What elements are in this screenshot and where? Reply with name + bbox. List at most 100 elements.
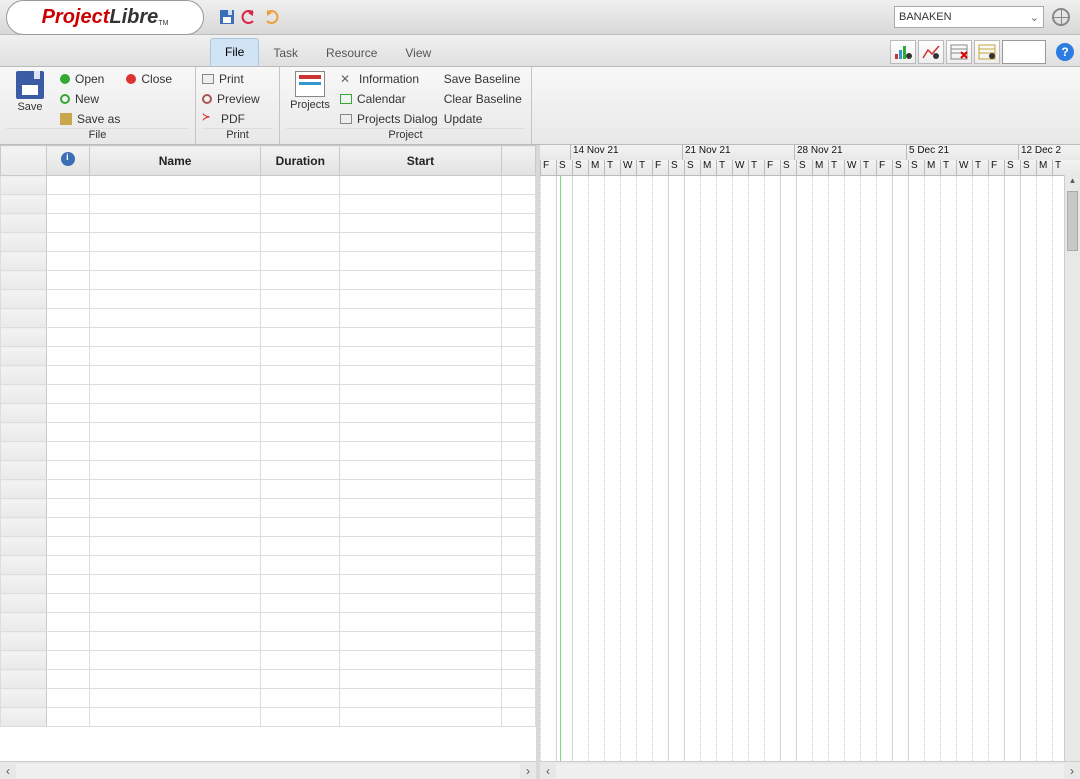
- day-header[interactable]: W: [620, 160, 636, 175]
- information-button[interactable]: ✕Information: [340, 70, 438, 88]
- table-row[interactable]: [1, 480, 536, 499]
- update-button[interactable]: Update: [444, 110, 522, 128]
- table-row[interactable]: [1, 252, 536, 271]
- table-row[interactable]: [1, 385, 536, 404]
- table-row[interactable]: [1, 670, 536, 689]
- day-header[interactable]: M: [588, 160, 604, 175]
- corner-header[interactable]: [1, 146, 47, 176]
- week-header[interactable]: 12 Dec 2: [1018, 145, 1078, 160]
- col-name[interactable]: Name: [89, 146, 261, 176]
- table-row[interactable]: [1, 309, 536, 328]
- table-row[interactable]: [1, 404, 536, 423]
- col-extra[interactable]: [501, 146, 535, 176]
- table-row[interactable]: [1, 271, 536, 290]
- task-table[interactable]: Name Duration Start: [0, 145, 536, 727]
- table-row[interactable]: [1, 423, 536, 442]
- table-row[interactable]: [1, 556, 536, 575]
- day-header[interactable]: F: [988, 160, 1004, 175]
- print-button[interactable]: Print: [202, 70, 260, 88]
- day-header[interactable]: S: [1020, 160, 1036, 175]
- day-header[interactable]: F: [764, 160, 780, 175]
- preview-button[interactable]: Preview: [202, 90, 260, 108]
- day-header[interactable]: T: [860, 160, 876, 175]
- scroll-up-icon[interactable]: ▴: [1065, 175, 1080, 189]
- day-header[interactable]: M: [812, 160, 828, 175]
- tab-task[interactable]: Task: [259, 40, 312, 66]
- col-start[interactable]: Start: [340, 146, 502, 176]
- week-header[interactable]: 28 Nov 21: [794, 145, 906, 160]
- day-header[interactable]: T: [716, 160, 732, 175]
- day-header[interactable]: S: [796, 160, 812, 175]
- week-header[interactable]: [540, 145, 570, 160]
- day-header[interactable]: T: [1052, 160, 1068, 175]
- table-row[interactable]: [1, 651, 536, 670]
- view-empty-slot[interactable]: [1002, 40, 1046, 64]
- table-row[interactable]: [1, 442, 536, 461]
- day-header[interactable]: M: [1036, 160, 1052, 175]
- table-row[interactable]: [1, 632, 536, 651]
- clear-baseline-button[interactable]: Clear Baseline: [444, 90, 522, 108]
- scroll-right-icon[interactable]: ›: [520, 764, 536, 778]
- day-header[interactable]: S: [668, 160, 684, 175]
- qat-redo-icon[interactable]: [262, 8, 280, 26]
- timeline-header[interactable]: 14 Nov 2121 Nov 2128 Nov 215 Dec 2112 De…: [540, 145, 1080, 176]
- day-header[interactable]: S: [572, 160, 588, 175]
- week-header[interactable]: 5 Dec 21: [906, 145, 1018, 160]
- day-header[interactable]: T: [940, 160, 956, 175]
- gantt-chart-area[interactable]: [540, 176, 1080, 761]
- table-row[interactable]: [1, 214, 536, 233]
- new-button[interactable]: New: [60, 90, 120, 108]
- table-row[interactable]: [1, 290, 536, 309]
- table-row[interactable]: [1, 708, 536, 727]
- table-row[interactable]: [1, 347, 536, 366]
- table-row[interactable]: [1, 689, 536, 708]
- tab-file[interactable]: File: [210, 38, 259, 66]
- qat-save-icon[interactable]: [218, 8, 236, 26]
- projects-button[interactable]: Projects: [286, 69, 334, 111]
- week-header[interactable]: 14 Nov 21: [570, 145, 682, 160]
- view-gantt-icon[interactable]: [890, 40, 916, 64]
- tab-resource[interactable]: Resource: [312, 40, 391, 66]
- save-baseline-button[interactable]: Save Baseline: [444, 70, 522, 88]
- table-row[interactable]: [1, 594, 536, 613]
- day-header[interactable]: W: [956, 160, 972, 175]
- table-row[interactable]: [1, 537, 536, 556]
- projects-dialog-button[interactable]: Projects Dialog: [340, 110, 438, 128]
- task-table-hscroll[interactable]: ‹ ›: [0, 761, 536, 779]
- view-table-x-icon[interactable]: [946, 40, 972, 64]
- col-info[interactable]: [47, 146, 89, 176]
- scroll-right-icon[interactable]: ›: [1064, 764, 1080, 778]
- open-button[interactable]: Open: [60, 70, 120, 88]
- scroll-track[interactable]: [556, 764, 1064, 778]
- view-tracking-icon[interactable]: [918, 40, 944, 64]
- table-row[interactable]: [1, 195, 536, 214]
- day-header[interactable]: S: [892, 160, 908, 175]
- timeline-weeks[interactable]: 14 Nov 2121 Nov 2128 Nov 215 Dec 2112 De…: [540, 145, 1080, 160]
- day-header[interactable]: T: [636, 160, 652, 175]
- day-header[interactable]: F: [540, 160, 556, 175]
- day-header[interactable]: S: [556, 160, 572, 175]
- day-header[interactable]: W: [844, 160, 860, 175]
- day-header[interactable]: S: [780, 160, 796, 175]
- help-icon[interactable]: ?: [1056, 43, 1074, 61]
- day-header[interactable]: M: [924, 160, 940, 175]
- globe-icon[interactable]: [1052, 8, 1070, 26]
- table-row[interactable]: [1, 499, 536, 518]
- calendar-button[interactable]: Calendar: [340, 90, 438, 108]
- gantt-hscroll[interactable]: ‹ ›: [540, 761, 1080, 779]
- table-row[interactable]: [1, 328, 536, 347]
- view-table-icon[interactable]: [974, 40, 1000, 64]
- table-row[interactable]: [1, 366, 536, 385]
- table-row[interactable]: [1, 613, 536, 632]
- day-header[interactable]: F: [876, 160, 892, 175]
- scroll-left-icon[interactable]: ‹: [0, 764, 16, 778]
- day-header[interactable]: T: [604, 160, 620, 175]
- col-duration[interactable]: Duration: [261, 146, 340, 176]
- qat-undo-icon[interactable]: [240, 8, 258, 26]
- day-header[interactable]: S: [684, 160, 700, 175]
- table-row[interactable]: [1, 176, 536, 195]
- week-header[interactable]: 21 Nov 21: [682, 145, 794, 160]
- day-header[interactable]: F: [652, 160, 668, 175]
- scroll-left-icon[interactable]: ‹: [540, 764, 556, 778]
- table-row[interactable]: [1, 233, 536, 252]
